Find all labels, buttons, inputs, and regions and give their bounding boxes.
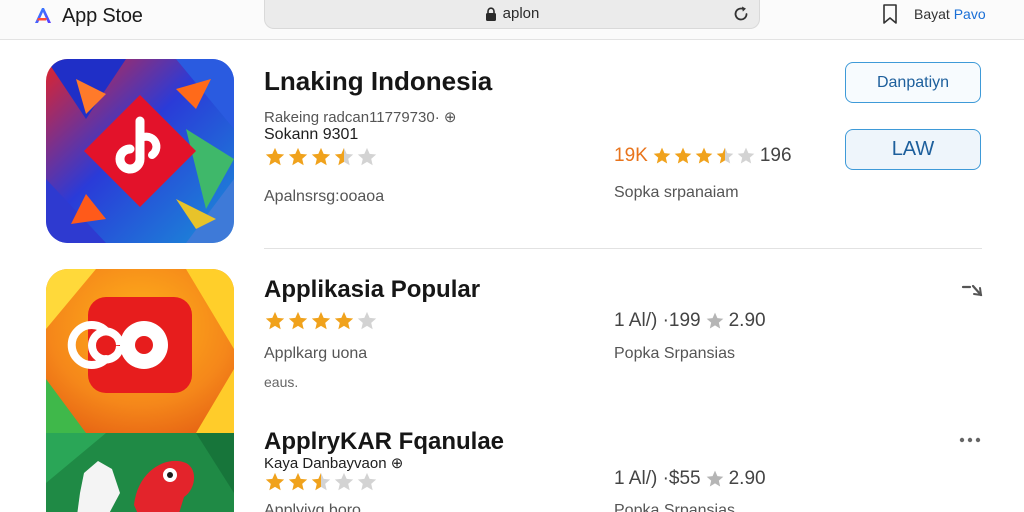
app-title-2[interactable]: Applikasia Popular [264,276,480,304]
star-icon [311,311,331,330]
star-icon [265,311,285,330]
star-icon [716,147,734,164]
share-icon[interactable] [960,282,984,300]
star-icon [311,472,331,491]
account-label-b: Pavo [953,6,986,22]
app-stat-sub-1: Sopka srpanaiam [614,184,739,201]
reload-icon[interactable] [731,4,751,24]
url-text: aplon [502,5,540,22]
more-icon[interactable] [958,432,982,448]
app-meta2-2: eaus. [264,374,299,390]
star-icon [706,470,723,487]
account-label[interactable]: Bayat Pavo [914,6,986,22]
app-store-brand[interactable]: App Stoe [32,4,143,28]
app-rating-1 [264,146,378,168]
app-stat-sub-2: Popka Srpansias [614,345,735,362]
star-icon [265,147,285,166]
star-icon [311,147,331,166]
app-title-3[interactable]: ApplryKAR Fqanulae [264,428,504,456]
account-label-a: Bayat [914,6,950,22]
star-icon [653,147,671,164]
app-meta-1: Apalnsrsg:ooaoa [264,188,385,205]
app-stat-prefix-2: 1 Al/) ·199 [614,310,701,331]
app-rating-3 [264,471,378,493]
app-meta-2: Applkarg uona [264,345,368,362]
star-icon [357,472,377,491]
star-icon [695,147,713,164]
row-divider [264,248,982,249]
app-stat-2: 1 Al/) ·199 2.90 [614,310,766,332]
app-stat-3: 1 Al/) ·$55 2.90 [614,468,766,490]
app-stat-highlight-1: 19K [614,145,648,166]
get-app-button[interactable]: Danpatiyn [845,62,981,103]
app-title-1[interactable]: Lnaking Indonesia [264,66,492,97]
app-meta-3: Applyivg boro [264,502,361,512]
app-store-title: App Stoe [62,4,143,27]
url-bar[interactable]: aplon [264,0,760,29]
star-icon [357,311,377,330]
app-subtitle-1: Rakeing radcan11779730· ⊕ [264,109,457,126]
star-icon [334,147,354,166]
app-stat-stars-1 [652,146,756,166]
app-stat-1: 19K 196 [614,145,792,167]
star-icon [288,311,308,330]
star-icon [265,472,285,491]
star-icon [288,472,308,491]
star-icon [706,312,723,329]
header-actions: Bayat Pavo [878,2,986,26]
app-stat-value-3: 2.90 [728,468,766,489]
star-icon [357,147,377,166]
app-stat-value-2: 2.90 [728,310,766,331]
star-icon [334,472,354,491]
app-rating-2 [264,310,378,332]
app-developer-1: Sokann 9301 [264,126,359,143]
lock-icon [485,6,496,21]
star-icon [288,147,308,166]
star-icon [674,147,692,164]
app-stat-value-1: 196 [759,145,792,166]
star-icon [334,311,354,330]
star-icon [737,147,755,164]
bookmark-icon[interactable] [878,2,902,26]
app-store-logo-icon [35,8,51,23]
app-icon-1[interactable] [46,59,234,243]
app-stat-sub-3: Popka Srpansias [614,502,735,512]
top-bar: App Stoe aplon Bayat Pavo [0,0,1024,40]
app-subtitle-3: Kaya Danbayvaon ⊕ [264,455,404,472]
secondary-app-button[interactable]: LAW [845,129,981,170]
app-stat-prefix-3: 1 Al/) ·$55 [614,468,701,489]
app-icon-3[interactable] [46,433,234,512]
app-icon-2[interactable] [46,269,234,433]
